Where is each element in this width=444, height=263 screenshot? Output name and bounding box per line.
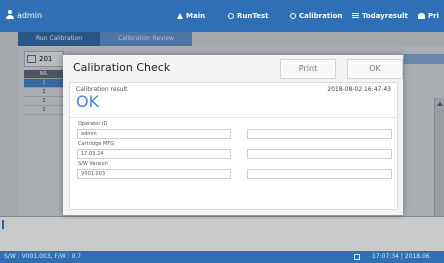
cartridge-mfg-field: 17.03.24 [77, 149, 231, 159]
result-value: OK [76, 92, 100, 111]
nav-calibration-label: Calibration [299, 12, 343, 20]
nav-calibration[interactable]: Calibration [290, 12, 342, 20]
user-icon [6, 10, 14, 20]
nav-runtest[interactable]: RunTest [228, 12, 268, 20]
user-name: admin [17, 10, 43, 20]
calibration-check-dialog: Calibration Check Print OK Calibration r… [63, 55, 403, 215]
dialog-body: Calibration result 2018-08-02 16:47:43 O… [69, 82, 398, 210]
status-bar: S/W : V001.003, F/W : 0.7 17:07:34 | 201… [0, 251, 444, 263]
sw-version-extra-field [247, 169, 392, 179]
nav-print[interactable]: Pri [418, 12, 439, 20]
nav-todayresult-label: Todayresult [362, 12, 408, 20]
people-icon [418, 13, 425, 19]
ok-button[interactable]: OK [347, 59, 403, 79]
sw-version-field: V001.003 [77, 169, 231, 179]
operator-id-label: Operator ID [78, 121, 108, 127]
version-text: S/W : V001.003, F/W : 0.7 [4, 253, 82, 260]
list-icon [352, 13, 359, 19]
cartridge-mfg-extra-field [247, 149, 392, 159]
dialog-title: Calibration Check [73, 61, 171, 74]
calibration-icon [290, 13, 296, 19]
lock-icon [354, 254, 360, 260]
top-bar: admin Main RunTest Calibration Todayresu… [0, 0, 444, 32]
nav-main-label: Main [186, 12, 206, 20]
clock-text: 17:07:34 | 2018.06. [372, 253, 432, 260]
divider [70, 117, 397, 118]
home-icon [177, 13, 183, 19]
operator-id-field: admin [77, 129, 231, 139]
app-window: { "header": { "user": "admin", "nav": [ … [0, 0, 444, 263]
cartridge-mfg-label: Cartridge MFG [78, 141, 115, 147]
runtest-icon [228, 13, 234, 19]
print-button[interactable]: Print [280, 59, 336, 79]
user-indicator: admin [6, 10, 42, 20]
result-timestamp: 2018-08-02 16:47:43 [327, 86, 391, 93]
nav-print-label: Pri [428, 12, 439, 20]
nav-todayresult[interactable]: Todayresult [352, 12, 408, 20]
sw-version-label: S/W Version [78, 161, 108, 167]
operator-id-extra-field [247, 129, 392, 139]
nav-main[interactable]: Main [177, 12, 205, 20]
nav-runtest-label: RunTest [237, 12, 269, 20]
